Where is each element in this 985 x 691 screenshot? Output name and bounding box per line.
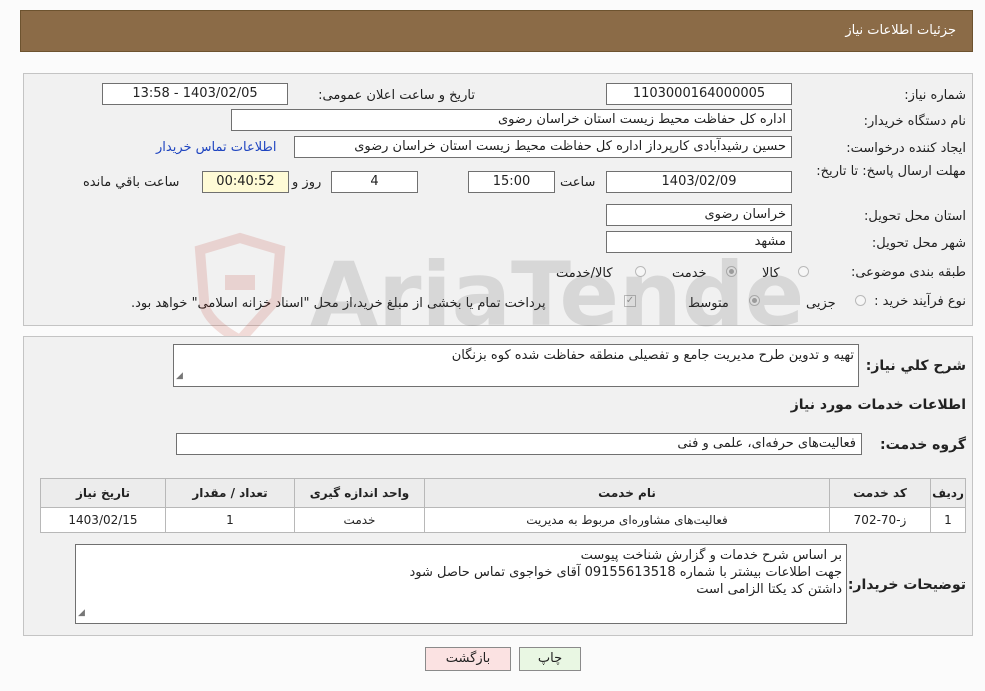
- cell-quantity: 1: [165, 507, 295, 533]
- services-table-header: ردیف کد خدمت نام خدمت واحد اندازه گیری ت…: [40, 478, 966, 508]
- deadline-time-field[interactable]: 15:00: [468, 171, 555, 193]
- deadline-hour-label: ساعت: [560, 175, 596, 190]
- process-minor-label: جزیی: [806, 296, 836, 311]
- category-goods-label: کالا: [762, 266, 780, 281]
- category-goods-radio[interactable]: [798, 266, 809, 277]
- category-label: طبقه بندی موضوعی:: [850, 265, 966, 280]
- print-button[interactable]: چاپ: [519, 647, 581, 671]
- buyer-org-field[interactable]: اداره کل حفاظت محیط زیست استان خراسان رض…: [231, 109, 792, 131]
- cell-row-number: 1: [930, 507, 966, 533]
- buyer-notes-field[interactable]: بر اساس شرح خدمات و گزارش شناخت پیوست جه…: [75, 544, 847, 624]
- page-header: جزئیات اطلاعات نیاز: [20, 10, 973, 52]
- buyer-notes-line: جهت اطلاعات بیشتر با شماره 09155613518 آ…: [409, 565, 842, 580]
- treasury-payment-note: پرداخت تمام یا بخشی از مبلغ خرید،از محل …: [131, 296, 546, 311]
- treasury-payment-checkbox[interactable]: ✓: [624, 295, 636, 307]
- resize-grip-icon[interactable]: ◢: [176, 368, 183, 385]
- col-header-date: تاریخ نیاز: [40, 478, 166, 508]
- creator-label: ایجاد کننده درخواست:: [846, 141, 966, 156]
- col-header-quantity: تعداد / مقدار: [165, 478, 295, 508]
- announce-datetime-field[interactable]: 1403/02/05 - 13:58: [102, 83, 288, 105]
- category-goods-service-radio[interactable]: [635, 266, 646, 277]
- buyer-notes-label: توضيحات خريدار:: [847, 577, 966, 593]
- cell-unit: خدمت: [294, 507, 425, 533]
- col-header-unit: واحد اندازه گیری: [294, 478, 425, 508]
- creator-field[interactable]: حسین رشیدآبادی کارپرداز اداره کل حفاظت م…: [294, 136, 792, 158]
- province-label: استان محل تحویل:: [864, 209, 966, 224]
- need-number-label: شماره نیاز:: [904, 88, 966, 103]
- cell-service-code: ز-70-702: [829, 507, 931, 533]
- col-header-row: ردیف: [930, 478, 966, 508]
- days-label: روز و: [292, 175, 322, 190]
- services-heading: اطلاعات خدمات مورد نياز: [790, 397, 966, 413]
- service-group-field[interactable]: فعالیت‌های حرفه‌ای، علمی و فنی: [176, 433, 862, 455]
- deadline-date-field[interactable]: 1403/02/09: [606, 171, 792, 193]
- remaining-time-label: ساعت باقي مانده: [83, 175, 180, 190]
- province-field[interactable]: خراسان رضوی: [606, 204, 792, 226]
- general-desc-label: شرح کلي نياز:: [865, 358, 966, 374]
- category-service-label: خدمت: [672, 266, 707, 281]
- buyer-contact-link[interactable]: اطلاعات تماس خريدار: [156, 140, 276, 155]
- cell-need-date: 1403/02/15: [40, 507, 166, 533]
- city-field[interactable]: مشهد: [606, 231, 792, 253]
- process-minor-radio[interactable]: [855, 295, 866, 306]
- city-label: شهر محل تحویل:: [871, 236, 966, 251]
- process-medium-radio[interactable]: [749, 295, 760, 306]
- page-title: جزئیات اطلاعات نیاز: [845, 23, 956, 38]
- deadline-label: مهلت ارسال پاسخ: تا تاریخ:: [816, 164, 966, 179]
- general-desc-text: تهیه و تدوین طرح مدیریت جامع و تفصیلی من…: [451, 348, 854, 363]
- announce-datetime-label: تاریخ و ساعت اعلان عمومی:: [318, 88, 475, 103]
- general-desc-field[interactable]: تهیه و تدوین طرح مدیریت جامع و تفصیلی من…: [173, 344, 859, 387]
- service-group-label: گروه خدمت:: [880, 437, 966, 453]
- buyer-org-label: نام دستگاه خريدار:: [863, 114, 966, 129]
- category-service-radio[interactable]: [726, 266, 737, 277]
- buyer-notes-line: داشتن کد یکتا الزامی است: [696, 582, 842, 597]
- days-field[interactable]: 4: [331, 171, 418, 193]
- need-number-field[interactable]: 1103000164000005: [606, 83, 792, 105]
- back-button[interactable]: بازگشت: [425, 647, 511, 671]
- col-header-name: نام خدمت: [424, 478, 830, 508]
- buyer-notes-line: بر اساس شرح خدمات و گزارش شناخت پیوست: [580, 548, 842, 563]
- process-medium-label: متوسط: [688, 296, 729, 311]
- process-type-label: نوع فرآیند خرید :: [874, 294, 966, 309]
- col-header-code: کد خدمت: [829, 478, 931, 508]
- category-goods-service-label: کالا/خدمت: [556, 266, 613, 281]
- cell-service-name: فعالیت‌های مشاوره‌ای مربوط به مدیریت: [424, 507, 830, 533]
- remaining-time-field[interactable]: 00:40:52: [202, 171, 289, 193]
- table-row[interactable]: 1 ز-70-702 فعالیت‌های مشاوره‌ای مربوط به…: [40, 507, 966, 533]
- services-table: ردیف کد خدمت نام خدمت واحد اندازه گیری ت…: [40, 478, 966, 533]
- resize-grip-icon[interactable]: ◢: [78, 605, 85, 622]
